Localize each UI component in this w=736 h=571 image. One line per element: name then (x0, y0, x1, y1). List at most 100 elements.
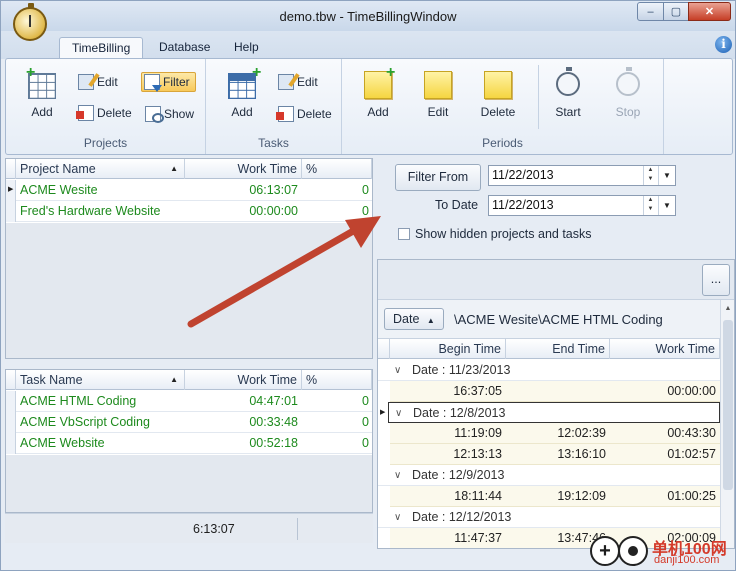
group-row-selected[interactable]: ∨ Date : 12/8/2013 (388, 402, 720, 423)
task-edit-label: Edit (297, 75, 318, 89)
task-name-cell: ACME HTML Coding (20, 394, 137, 408)
note-edit-icon (424, 71, 452, 99)
begin-time-cell: 16:37:05 (453, 384, 502, 398)
period-delete-button[interactable]: Delete (470, 65, 526, 127)
task-name-cell: ACME VbScript Coding (20, 415, 150, 429)
group-projects-label: Projects (83, 136, 128, 150)
filter-icon (144, 74, 162, 92)
chevron-down-icon[interactable]: ∨ (394, 507, 401, 528)
tab-help[interactable]: Help (222, 37, 271, 59)
end-time-cell: 19:12:09 (557, 489, 606, 503)
project-add-button[interactable]: + Add (14, 65, 70, 127)
table-row[interactable]: ▶ ACME Wesite 06:13:07 0 (6, 180, 372, 201)
table-row[interactable]: 16:37:05 00:00:00 (390, 381, 720, 402)
col-begin-time[interactable]: Begin Time (390, 339, 506, 359)
maximize-button[interactable]: ▢ (663, 2, 689, 21)
project-delete-button[interactable]: Delete (76, 103, 137, 123)
period-stop-button[interactable]: Stop (600, 65, 656, 127)
close-button[interactable]: ✕ (688, 2, 731, 21)
group-by-date-tag[interactable]: Date ▲ (384, 308, 444, 330)
begin-time-cell: 11:47:37 (454, 531, 502, 545)
project-name-cell: ACME Wesite (20, 183, 98, 197)
show-hidden-checkbox[interactable] (398, 228, 410, 240)
table-row[interactable]: ACME HTML Coding 04:47:01 0 (6, 391, 372, 412)
work-time-cell: 01:00:25 (667, 489, 716, 503)
col-project-pct[interactable]: % (302, 159, 372, 179)
periods-scrollbar[interactable]: ▲ (720, 300, 734, 548)
period-start-button[interactable]: Start (540, 65, 596, 127)
row-indicator (6, 412, 16, 433)
project-work-time-cell: 06:13:07 (249, 183, 298, 197)
group-periods: + Add Edit Delete Start Stop Periods (342, 59, 664, 154)
project-filter-button[interactable]: Filter (141, 72, 196, 92)
group-tasks-label: Tasks (258, 136, 289, 150)
info-icon[interactable]: i (715, 36, 732, 53)
to-date-spinner[interactable]: ▲ ▼ (643, 196, 657, 215)
filter-from-button[interactable]: Filter From (395, 164, 481, 191)
period-add-button[interactable]: + Add (350, 65, 406, 127)
col-task-pct[interactable]: % (302, 370, 372, 390)
period-stop-label: Stop (615, 105, 641, 119)
begin-time-cell: 18:11:44 (454, 489, 502, 503)
col-task-name[interactable]: Task Name (16, 370, 185, 390)
table-row[interactable]: ACME Website 00:52:18 0 (6, 433, 372, 454)
table-row[interactable]: 11:19:09 12:02:39 00:43:30 (390, 423, 720, 444)
project-pct-cell: 0 (362, 204, 369, 218)
scroll-up-icon[interactable]: ▲ (721, 302, 735, 316)
group-by-label: Date (393, 312, 420, 326)
chevron-down-icon[interactable]: ∨ (394, 465, 401, 486)
status-divider (297, 518, 298, 540)
col-work-time[interactable]: Work Time (610, 339, 720, 359)
stopwatch-app-icon[interactable] (13, 3, 47, 41)
group-row[interactable]: ∨ Date : 11/23/2013 (378, 360, 720, 381)
more-button[interactable]: ... (702, 264, 730, 296)
title-bar: demo.tbw - TimeBillingWindow – ▢ ✕ (1, 1, 735, 31)
col-task-work-time[interactable]: Work Time (185, 370, 302, 390)
col-project-name[interactable]: Project Name (16, 159, 185, 179)
task-delete-button[interactable]: Delete (276, 104, 337, 124)
record-circle-icon (618, 536, 648, 566)
group-row[interactable]: ∨ Date : 12/9/2013 (378, 465, 720, 486)
tab-timebilling[interactable]: TimeBilling (59, 37, 144, 59)
project-show-button[interactable]: Show (143, 104, 199, 124)
projects-grid-header: Project Name Work Time % (6, 159, 372, 179)
chevron-down-icon[interactable]: ∨ (395, 403, 402, 424)
show-hidden-label: Show hidden projects and tasks (415, 227, 592, 241)
chevron-down-icon[interactable]: ▼ (658, 166, 675, 185)
row-indicator (6, 201, 16, 222)
col-project-work-time[interactable]: Work Time (185, 159, 302, 179)
edit-icon (278, 74, 294, 90)
table-row[interactable]: ACME VbScript Coding 00:33:48 0 (6, 412, 372, 433)
periods-toolbar: ... (378, 260, 734, 300)
group-row[interactable]: ∨ Date : 12/12/2013 (378, 507, 720, 528)
row-indicator-header (6, 159, 16, 179)
to-date-picker[interactable]: 11/22/2013 ▲ ▼ ▼ (488, 195, 676, 216)
col-end-time[interactable]: End Time (506, 339, 610, 359)
table-row[interactable]: Fred's Hardware Website 00:00:00 0 (6, 201, 372, 222)
project-edit-button[interactable]: Edit (76, 72, 123, 92)
period-start-label: Start (555, 105, 581, 119)
ribbon-panel: + Add Edit Delete Filter Show Projects +… (5, 58, 733, 155)
app-window: demo.tbw - TimeBillingWindow – ▢ ✕ TimeB… (0, 0, 736, 571)
chevron-down-icon[interactable]: ▼ (658, 196, 675, 215)
task-delete-label: Delete (297, 107, 332, 121)
minimize-button[interactable]: – (637, 2, 664, 21)
table-row[interactable]: 12:13:13 13:16:10 01:02:57 (390, 444, 720, 465)
begin-time-cell: 11:19:09 (454, 426, 502, 440)
period-edit-button[interactable]: Edit (410, 65, 466, 127)
from-date-spinner[interactable]: ▲ ▼ (643, 166, 657, 185)
projects-empty-area (6, 223, 372, 358)
from-date-picker[interactable]: 11/22/2013 ▲ ▼ ▼ (488, 165, 676, 186)
scrollbar-thumb[interactable] (723, 320, 733, 490)
chevron-down-icon[interactable]: ∨ (394, 360, 401, 381)
ribbon-tabs: TimeBilling Database Help i (1, 31, 735, 59)
task-add-button[interactable]: + Add (214, 65, 270, 127)
tab-database[interactable]: Database (147, 37, 222, 59)
edit-icon (78, 74, 94, 90)
delete-icon (276, 106, 294, 122)
table-row[interactable]: 18:11:44 19:12:09 01:00:25 (390, 486, 720, 507)
group-label: Date : 11/23/2013 (412, 363, 511, 377)
task-edit-button[interactable]: Edit (276, 72, 323, 92)
task-pct-cell: 0 (362, 436, 369, 450)
group-projects: + Add Edit Delete Filter Show Projects (6, 59, 206, 154)
